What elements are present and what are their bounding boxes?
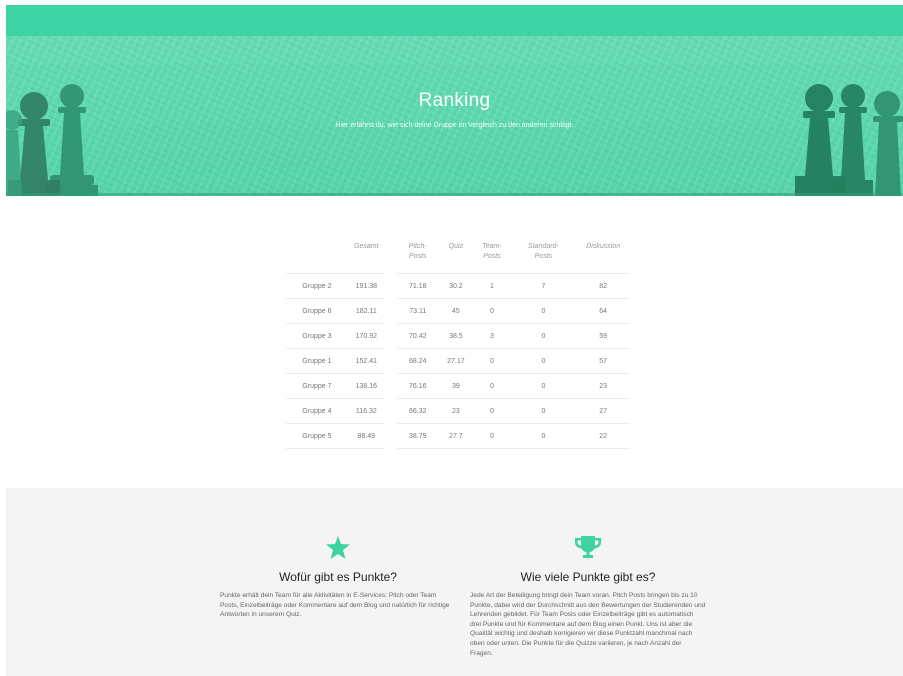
quiz-cell: 23 [438,398,474,424]
pitch-posts-header: Pitch- Posts [397,238,438,274]
star-icon [326,536,350,559]
gesamt-cell: 191.38 [347,273,385,299]
team-cell: 0 [473,348,511,374]
diskussion-cell: 27 [576,398,630,424]
column-gap [385,349,397,374]
table-row: Gruppe 5 88.49 38.79 27.7 0 0 22 [286,423,630,449]
standard-header-line1: Standard- [528,243,559,250]
team-cell: 0 [473,423,511,449]
quiz-cell: 38.5 [438,323,474,349]
points-amount-text: Jede Art der Beteiligung bringt dein Tea… [470,592,706,657]
table-row: Gruppe 1 152.41 68.24 27.17 0 0 57 [286,348,630,374]
pitch-header-line2: Posts [409,253,427,260]
gesamt-cell: 152.41 [347,348,385,374]
column-gap [385,374,397,399]
group-cell: Gruppe 5 [286,423,348,449]
diskussion-cell: 64 [576,298,630,324]
pitch-cell: 76.16 [397,373,439,399]
column-gap [385,299,397,324]
gesamt-cell: 116.32 [347,398,385,424]
quiz-cell: 30.2 [438,273,474,299]
gesamt-cell: 88.49 [347,423,385,449]
pitch-cell: 68.24 [397,348,439,374]
standard-cell: 0 [510,348,577,374]
team-cell: 0 [473,298,511,324]
group-cell: Gruppe 4 [286,398,348,424]
trophy-icon [575,536,601,558]
column-gap [385,399,397,424]
quiz-cell: 45 [438,298,474,324]
standard-header-line2: Posts [534,253,553,260]
standard-cell: 7 [510,273,577,299]
diskussion-cell: 59 [576,323,630,349]
table-row: Gruppe 7 138.16 76.16 39 0 0 23 [286,373,630,399]
column-gap [385,274,397,299]
info-section: Wofür gibt es Punkte? Punkte erhält dein… [6,488,903,676]
team-header-line2: Posts [483,253,501,260]
table-row: Gruppe 6 182.11 73.11 45 0 0 64 [286,298,630,324]
points-amount-title: Wie viele Punkte gibt es? [520,570,656,584]
pitch-cell: 71.18 [397,273,439,299]
standard-cell: 0 [510,398,577,424]
group-header [286,238,348,274]
points-reason-text: Punkte erhält dein Team für alle Aktivit… [220,592,450,619]
team-header-line1: Team- [482,243,502,250]
team-posts-header: Team- Posts [473,238,510,274]
diskussion-cell: 82 [576,273,630,299]
pitch-cell: 73.11 [397,298,439,324]
pitch-cell: 38.79 [397,423,439,449]
pitch-cell: 66.32 [397,398,439,424]
table-row: Gruppe 4 116.32 66.32 23 0 0 27 [286,398,630,424]
quiz-cell: 39 [438,373,474,399]
pitch-cell: 70.42 [397,323,439,349]
gesamt-cell: 138.16 [347,373,385,399]
group-cell: Gruppe 7 [286,373,348,399]
group-cell: Gruppe 2 [286,273,348,299]
team-cell: 0 [473,373,511,399]
ranking-table-container: Gesamt Pitch- Posts Quiz Team- Posts Sta… [286,238,630,449]
group-cell: Gruppe 3 [286,323,348,349]
page-subtitle: Hier erfährst du, wie sich deine Gruppe … [335,122,574,129]
table-header-row: Gesamt Pitch- Posts Quiz Team- Posts Sta… [286,238,630,274]
quiz-cell: 27.7 [438,423,474,449]
hero-divider [6,193,903,196]
column-gap [385,324,397,349]
page-title: Ranking [418,90,491,111]
gesamt-cell: 170.92 [347,323,385,349]
diskussion-cell: 23 [576,373,630,399]
diskussion-cell: 22 [576,423,630,449]
pitch-header-line1: Pitch- [408,243,427,250]
team-cell: 3 [473,323,511,349]
group-cell: Gruppe 1 [286,348,348,374]
table-row: Gruppe 2 191.38 71.18 30.2 1 7 82 [286,273,630,299]
gesamt-cell: 182.11 [347,298,385,324]
diskussion-header: Diskussion [586,243,621,250]
standard-cell: 0 [510,323,577,349]
standard-cell: 0 [510,298,577,324]
points-reason-title: Wofür gibt es Punkte? [279,570,397,584]
standard-cell: 0 [510,373,577,399]
top-navigation-bar [6,5,903,36]
column-gap [385,424,397,449]
standard-posts-header: Standard- Posts [510,238,576,274]
ranking-table: Gesamt Pitch- Posts Quiz Team- Posts Sta… [286,238,630,449]
table-row: Gruppe 3 170.92 70.42 38.5 3 0 59 [286,323,630,349]
hero-banner: Ranking Hier erfährst du, wie sich deine… [6,36,903,196]
team-cell: 0 [473,398,511,424]
diskussion-cell: 57 [576,348,630,374]
group-cell: Gruppe 6 [286,298,348,324]
column-gap [385,238,397,274]
quiz-cell: 27.17 [438,348,474,374]
standard-cell: 0 [510,423,577,449]
quiz-header: Quiz [448,243,464,250]
gesamt-header: Gesamt [354,243,379,250]
team-cell: 1 [473,273,511,299]
